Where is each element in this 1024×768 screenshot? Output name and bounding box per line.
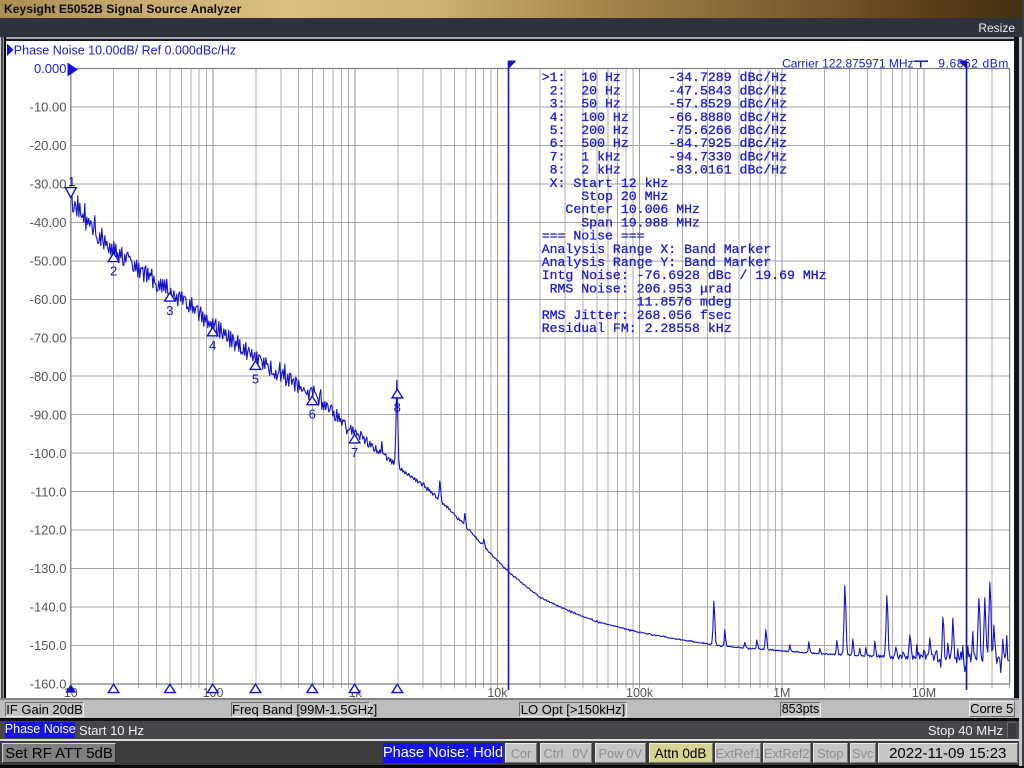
svg-text:8: 8	[394, 400, 401, 415]
svg-text:Phase Noise 10.00dB/ Ref 0.000: Phase Noise 10.00dB/ Ref 0.000dBc/Hz	[14, 43, 236, 57]
svg-text:6: 6	[309, 407, 316, 422]
svg-text:4: 4	[209, 338, 216, 353]
svg-text:5: 5	[252, 371, 259, 386]
svg-text:3: 3	[166, 303, 173, 318]
svg-text:-130.0: -130.0	[30, 561, 67, 576]
svg-text:-120.0: -120.0	[30, 523, 67, 538]
svg-text:-50.00: -50.00	[30, 253, 67, 268]
svg-text:0.000: 0.000	[34, 61, 67, 76]
svg-text:-100.0: -100.0	[30, 446, 67, 461]
svg-text:-10.00: -10.00	[30, 100, 67, 115]
svg-text:-110.0: -110.0	[31, 484, 67, 499]
svg-text:-30.00: -30.00	[30, 177, 67, 192]
svg-text:-20.00: -20.00	[30, 138, 67, 153]
svg-text:9.6862 dBm: 9.6862 dBm	[938, 57, 1009, 71]
svg-text:Carrier 122.875971 MHz: Carrier 122.875971 MHz	[782, 57, 913, 71]
svg-text:-150.0: -150.0	[30, 638, 67, 653]
svg-text:1M: 1M	[773, 686, 790, 700]
svg-text:100k: 100k	[626, 686, 654, 700]
svg-text:10M: 10M	[912, 686, 936, 700]
svg-text:-80.00: -80.00	[30, 369, 67, 384]
svg-text:10k: 10k	[487, 686, 508, 700]
svg-text:1: 1	[68, 174, 75, 189]
svg-text:-160.0: -160.0	[30, 677, 67, 692]
svg-text:-70.00: -70.00	[30, 330, 67, 345]
svg-text:2: 2	[110, 264, 117, 279]
svg-text:-90.00: -90.00	[30, 407, 67, 422]
svg-text:-60.00: -60.00	[30, 292, 67, 307]
svg-text:-140.0: -140.0	[30, 600, 67, 615]
svg-text:7: 7	[351, 445, 358, 460]
svg-text:-40.00: -40.00	[30, 215, 67, 230]
svg-text:Residual FM: 2.28558 kHz: Residual FM: 2.28558 kHz	[542, 321, 732, 336]
